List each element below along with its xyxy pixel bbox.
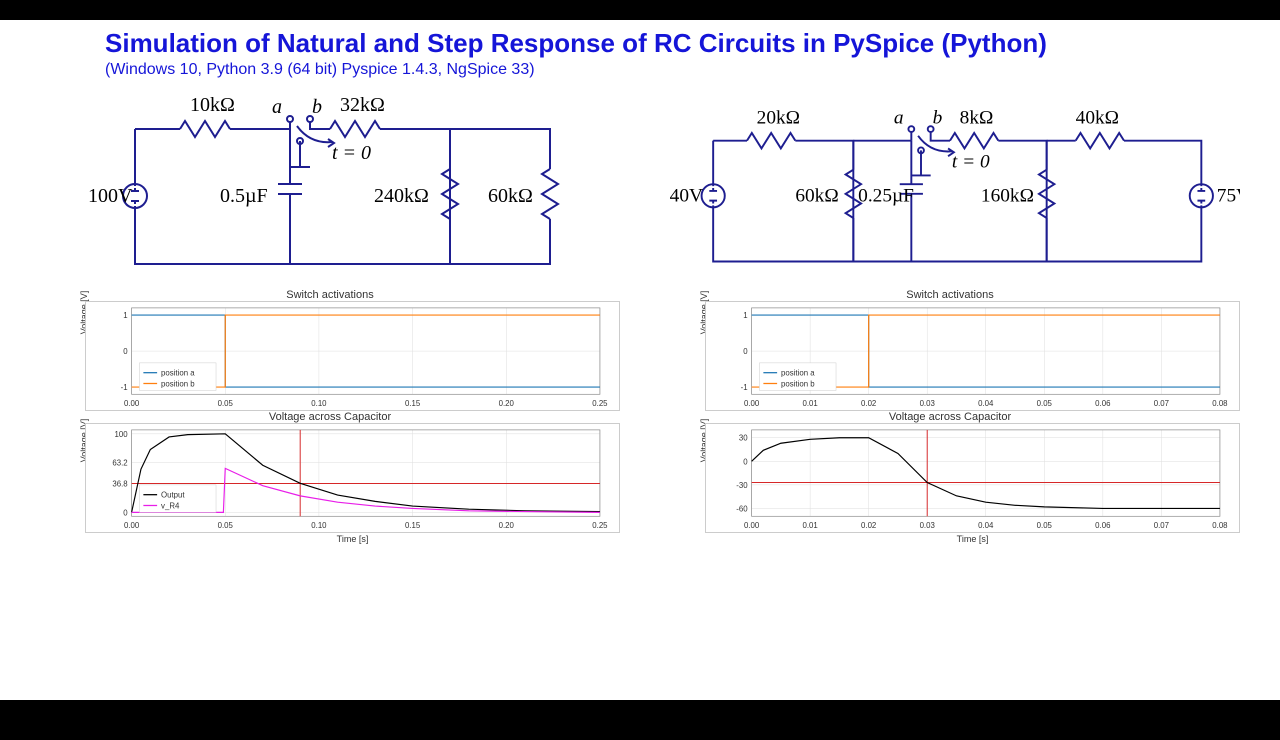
sw-b: b (312, 96, 322, 118)
v-label: 100V (88, 185, 133, 207)
svg-text:0: 0 (743, 347, 748, 356)
left-column: 10kΩ 32kΩ a b t = 0 0.5µF 100V 240kΩ 60k… (40, 89, 620, 544)
v2-label: 75V (1217, 186, 1240, 207)
svg-text:v_R4: v_R4 (161, 501, 180, 510)
r2-label: 32kΩ (340, 94, 385, 116)
page: Simulation of Natural and Step Response … (0, 20, 1280, 700)
chart-title: Voltage across Capacitor (660, 411, 1240, 423)
t0: t = 0 (952, 152, 990, 173)
svg-text:0.03: 0.03 (920, 399, 936, 408)
svg-text:-30: -30 (736, 481, 748, 490)
circuit-2: 20kΩ 8kΩ 40kΩ a b t = 0 60kΩ 0.25µF 160k… (660, 89, 1240, 289)
xlabel: Time [s] (705, 534, 1240, 544)
svg-text:0.10: 0.10 (311, 399, 327, 408)
svg-text:100: 100 (115, 430, 129, 439)
svg-text:0.03: 0.03 (920, 521, 936, 530)
chart-right-top: Switch activations Voltage [V] 0.000.010… (660, 289, 1240, 411)
svg-text:position a: position a (161, 369, 195, 378)
svg-text:0.04: 0.04 (978, 399, 994, 408)
svg-text:0.00: 0.00 (124, 399, 140, 408)
chart-left-bot: Voltage across Capacitor Voltage [V] 0.0… (40, 411, 620, 544)
svg-text:1: 1 (743, 311, 747, 320)
v1-label: 40V (670, 186, 703, 207)
r2-label: 8kΩ (960, 107, 994, 128)
page-title: Simulation of Natural and Step Response … (0, 20, 1280, 61)
svg-text:0: 0 (123, 347, 128, 356)
svg-text:0.10: 0.10 (311, 521, 327, 530)
svg-text:0.05: 0.05 (218, 399, 234, 408)
svg-text:30: 30 (739, 434, 748, 443)
svg-text:0.08: 0.08 (1212, 399, 1228, 408)
svg-text:0.25: 0.25 (592, 521, 608, 530)
svg-text:0.00: 0.00 (744, 399, 760, 408)
svg-text:position a: position a (781, 369, 815, 378)
chart-right-bot: Voltage across Capacitor Voltage [V] 0.0… (660, 411, 1240, 544)
svg-text:0.15: 0.15 (405, 399, 421, 408)
sw-b: b (933, 107, 943, 128)
svg-text:0.08: 0.08 (1212, 521, 1228, 530)
page-subtitle: (Windows 10, Python 3.9 (64 bit) Pyspice… (0, 61, 1280, 79)
svg-text:-1: -1 (121, 383, 128, 392)
svg-text:position b: position b (781, 379, 815, 388)
svg-text:0.07: 0.07 (1154, 521, 1169, 530)
svg-text:0.07: 0.07 (1154, 399, 1169, 408)
svg-text:Output: Output (161, 491, 185, 500)
right-charts: Switch activations Voltage [V] 0.000.010… (660, 289, 1240, 544)
svg-text:0.01: 0.01 (802, 521, 817, 530)
svg-text:0.02: 0.02 (861, 521, 876, 530)
svg-text:0: 0 (743, 457, 748, 466)
chart-title: Voltage across Capacitor (40, 411, 620, 423)
left-charts: Switch activations Voltage [V] 0.000.050… (40, 289, 620, 544)
sw-a: a (894, 107, 904, 128)
svg-text:0.20: 0.20 (499, 521, 515, 530)
svg-text:0.20: 0.20 (499, 399, 515, 408)
t0: t = 0 (332, 142, 371, 164)
r3-label: 40kΩ (1076, 107, 1119, 128)
xlabel: Time [s] (85, 534, 620, 544)
svg-text:0.01: 0.01 (802, 399, 817, 408)
right-column: 20kΩ 8kΩ 40kΩ a b t = 0 60kΩ 0.25µF 160k… (660, 89, 1240, 544)
r1-label: 10kΩ (190, 94, 235, 116)
svg-text:36.8: 36.8 (112, 479, 128, 488)
svg-text:0.05: 0.05 (1037, 399, 1053, 408)
c-label: 0.5µF (220, 185, 268, 207)
chart-left-top: Switch activations Voltage [V] 0.000.050… (40, 289, 620, 411)
circuit-1: 10kΩ 32kΩ a b t = 0 0.5µF 100V 240kΩ 60k… (40, 89, 620, 289)
svg-text:0.05: 0.05 (1037, 521, 1053, 530)
svg-text:0.15: 0.15 (405, 521, 421, 530)
r3-label: 240kΩ (374, 185, 429, 207)
svg-text:0.02: 0.02 (861, 399, 876, 408)
svg-text:63.2: 63.2 (112, 459, 127, 468)
svg-text:-60: -60 (736, 504, 748, 513)
svg-text:0.25: 0.25 (592, 399, 608, 408)
r4-label: 60kΩ (488, 185, 533, 207)
svg-text:0.00: 0.00 (124, 521, 140, 530)
r1-label: 20kΩ (757, 107, 800, 128)
c-label: 0.25µF (858, 186, 914, 207)
svg-text:position b: position b (161, 379, 195, 388)
r4-label: 60kΩ (795, 186, 838, 207)
chart-title: Switch activations (660, 289, 1240, 301)
svg-text:0.06: 0.06 (1095, 521, 1111, 530)
svg-text:1: 1 (123, 311, 127, 320)
svg-text:0.04: 0.04 (978, 521, 994, 530)
chart-title: Switch activations (40, 289, 620, 301)
svg-text:-1: -1 (741, 383, 748, 392)
content: 10kΩ 32kΩ a b t = 0 0.5µF 100V 240kΩ 60k… (0, 79, 1280, 544)
svg-text:0: 0 (123, 508, 128, 517)
svg-text:0.00: 0.00 (744, 521, 760, 530)
svg-text:0.06: 0.06 (1095, 399, 1111, 408)
r5-label: 160kΩ (981, 186, 1034, 207)
sw-a: a (272, 96, 282, 118)
svg-text:0.05: 0.05 (218, 521, 234, 530)
